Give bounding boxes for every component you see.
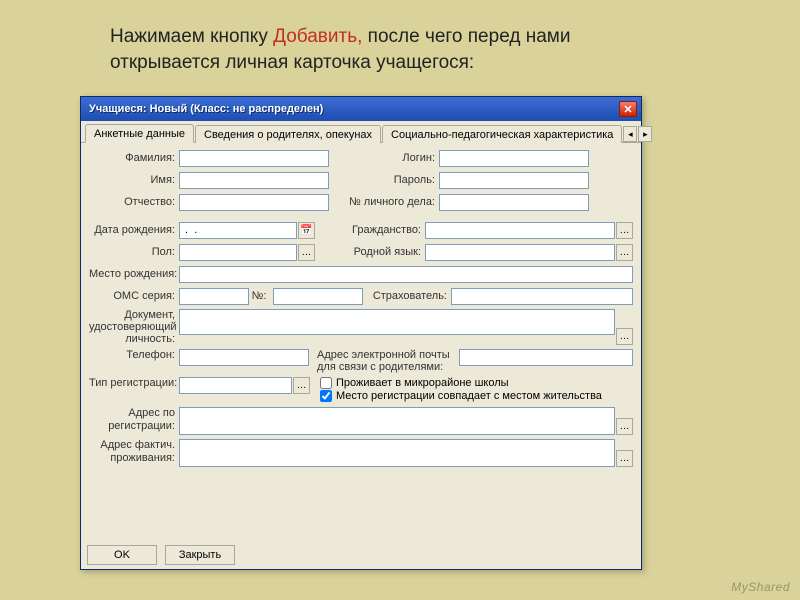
addr-fact-picker-icon[interactable]: … <box>616 450 633 467</box>
ok-button[interactable]: OK <box>87 545 157 565</box>
label-patronymic: Отчество: <box>89 196 179 208</box>
birthplace-input[interactable] <box>179 266 633 283</box>
calendar-icon[interactable]: 📅 <box>298 222 315 239</box>
dob-input[interactable] <box>179 222 297 239</box>
button-bar: OK Закрыть <box>87 545 235 565</box>
label-password: Пароль: <box>329 174 439 186</box>
checkbox-reg-matches-residence[interactable] <box>320 390 332 402</box>
regtype-input[interactable] <box>179 377 292 394</box>
label-phone: Телефон: <box>89 349 179 361</box>
label-regtype: Тип регистрации: <box>89 377 179 389</box>
regtype-picker-icon[interactable]: … <box>293 377 310 394</box>
addr-reg-picker-icon[interactable]: … <box>616 418 633 435</box>
tab-social-ped[interactable]: Социально-педагогическая характеристика <box>382 125 622 143</box>
oms-series-input[interactable] <box>179 288 249 305</box>
insurer-input[interactable] <box>451 288 633 305</box>
label-surname: Фамилия: <box>89 152 179 164</box>
student-card-window: Учащиеся: Новый (Класс: не распределен) … <box>80 96 642 570</box>
label-dob: Дата рождения: <box>89 224 179 236</box>
form-body: Фамилия: Логин: Имя: Пароль: Отчество: №… <box>81 143 641 467</box>
label-addr-reg: Адрес по регистрации: <box>89 407 179 431</box>
label-cb1: Проживает в микрорайоне школы <box>336 377 509 389</box>
email-input[interactable] <box>459 349 633 366</box>
phone-input[interactable] <box>179 349 309 366</box>
oms-number-input[interactable] <box>273 288 363 305</box>
label-filenum: № личного дела: <box>329 196 439 208</box>
window-title: Учащиеся: Новый (Класс: не распределен) <box>85 103 619 115</box>
titlebar: Учащиеся: Новый (Класс: не распределен) … <box>81 97 641 121</box>
label-language: Родной язык: <box>315 246 425 258</box>
login-input[interactable] <box>439 150 589 167</box>
iddoc-picker-icon[interactable]: … <box>616 328 633 345</box>
addr-reg-input[interactable] <box>179 407 615 435</box>
tab-scroll-left-icon[interactable]: ◂ <box>623 126 637 142</box>
close-button[interactable]: Закрыть <box>165 545 235 565</box>
patronymic-input[interactable] <box>179 194 329 211</box>
label-email: Адрес электронной почты для связи с роди… <box>309 349 459 373</box>
tab-personal-data[interactable]: Анкетные данные <box>85 124 194 143</box>
close-icon[interactable]: ✕ <box>619 101 637 117</box>
instruction-text: Нажимаем кнопку Добавить, после чего пер… <box>110 24 670 75</box>
language-picker-icon[interactable]: … <box>616 244 633 261</box>
password-input[interactable] <box>439 172 589 189</box>
citizenship-input[interactable] <box>425 222 615 239</box>
label-addr-fact: Адрес фактич. проживания: <box>89 439 179 463</box>
label-sex: Пол: <box>89 246 179 258</box>
name-input[interactable] <box>179 172 329 189</box>
addr-fact-input[interactable] <box>179 439 615 467</box>
watermark: MyShared <box>731 580 790 594</box>
label-insurer: Страхователь: <box>363 290 451 302</box>
label-oms: ОМС серия: <box>89 290 179 302</box>
tab-scroll: ◂ ▸ <box>623 126 654 142</box>
label-cb2: Место регистрации совпадает с местом жит… <box>336 390 602 402</box>
tab-strip: Анкетные данные Сведения о родителях, оп… <box>81 121 641 143</box>
label-citizenship: Гражданство: <box>315 224 425 236</box>
sex-input[interactable] <box>179 244 297 261</box>
language-input[interactable] <box>425 244 615 261</box>
label-birthplace: Место рождения: <box>89 268 179 280</box>
sex-picker-icon[interactable]: … <box>298 244 315 261</box>
citizenship-picker-icon[interactable]: … <box>616 222 633 239</box>
filenum-input[interactable] <box>439 194 589 211</box>
tab-scroll-right-icon[interactable]: ▸ <box>638 126 652 142</box>
iddoc-input[interactable] <box>179 309 615 335</box>
checkbox-lives-in-district[interactable] <box>320 377 332 389</box>
surname-input[interactable] <box>179 150 329 167</box>
label-omsnum: №: <box>249 290 273 302</box>
label-name: Имя: <box>89 174 179 186</box>
label-login: Логин: <box>329 152 439 164</box>
tab-parents[interactable]: Сведения о родителях, опекунах <box>195 125 381 143</box>
label-iddoc: Документ, удостоверяющий личность: <box>89 309 179 345</box>
